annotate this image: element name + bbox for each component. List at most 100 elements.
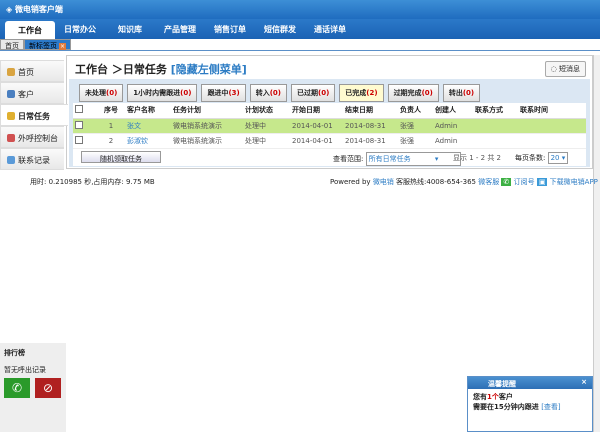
sidebar-item-customer[interactable]: 客户 — [0, 82, 64, 104]
cell: 处理中 — [243, 118, 290, 134]
col-header: 序号 — [95, 103, 125, 119]
cell: 处理中 — [243, 133, 290, 149]
filter-unprocessed[interactable]: 未处理(0) — [79, 84, 124, 102]
sidebar-label: 外呼控制台 — [18, 134, 58, 143]
table-footer: 随机领取任务 查看范围: 所有日常任务 ▾ 显示 1 - 2 共 2 每页条数:… — [73, 149, 586, 166]
cell — [518, 133, 586, 149]
cell: 2014-08-31 — [343, 133, 398, 149]
sidebar-item-daily-task[interactable]: 日常任务 — [0, 104, 68, 126]
filter-buttons: 未处理(0) 1小时内需跟进(0) 跟进中(3) 转入(0) 已过期(0) 已完… — [69, 79, 590, 102]
customer-count: 1个 — [487, 393, 499, 401]
col-header: 任务计划 — [171, 103, 243, 119]
download-app-link[interactable]: 下载微电销APP — [550, 178, 598, 186]
sidebar: 首页 客户 日常任务 外呼控制台 联系记录 — [0, 60, 68, 170]
app-icon: ▣ — [536, 178, 548, 186]
nav-orders[interactable]: 销售订单 — [205, 19, 255, 39]
table-row[interactable]: 2 彭淑钦 微电销系统演示 处理中 2014-04-01 2014-08-31 … — [73, 133, 586, 149]
filter-area: 未处理(0) 1小时内需跟进(0) 跟进中(3) 转入(0) 已过期(0) 已完… — [69, 79, 590, 167]
sidebar-item-home[interactable]: 首页 — [0, 60, 64, 82]
task-icon — [7, 112, 15, 120]
tab-new-label: 新标签页 — [29, 42, 57, 50]
col-header: 联系时间 — [518, 103, 586, 119]
cell: 2014-08-31 — [343, 118, 398, 134]
cell — [518, 118, 586, 134]
col-header: 计划状态 — [243, 103, 290, 119]
chevron-down-icon: ▾ — [434, 155, 439, 163]
nav-sms[interactable]: 短信群发 — [255, 19, 305, 39]
col-header: 创建人 — [433, 103, 473, 119]
task-table: 序号 客户名称 任务计划 计划状态 开始日期 结束日期 负责人 创建人 联系方式… — [73, 103, 586, 149]
sms-label: 短消息 — [559, 65, 580, 73]
hangup-icon: ⊘ — [42, 381, 54, 395]
row-checkbox[interactable] — [75, 135, 83, 144]
filter-transferred-in[interactable]: 转入(0) — [249, 84, 287, 102]
page-tabs: 首页 新标签页 × — [0, 39, 600, 51]
scrollbar[interactable] — [593, 55, 600, 432]
hotline: 客服热线:4008-654-365 — [396, 178, 476, 186]
col-header: 负责人 — [398, 103, 433, 119]
random-task-button[interactable]: 随机领取任务 — [81, 151, 161, 163]
filter-expired-completed[interactable]: 过期完成(0) — [387, 84, 439, 102]
close-icon[interactable]: × — [581, 378, 587, 386]
table-row[interactable]: 1 张文 微电销系统演示 处理中 2014-04-01 2014-08-31 张… — [73, 118, 586, 134]
cell: 微电销系统演示 — [171, 133, 243, 149]
sidebar-item-contact-records[interactable]: 联系记录 — [0, 148, 64, 170]
cell: Admin — [433, 118, 473, 134]
brand-link[interactable]: 微电销 — [373, 178, 394, 186]
operator-icon — [7, 134, 15, 142]
tab-new[interactable]: 新标签页 × — [24, 39, 71, 50]
nav-daily-office[interactable]: 日常办公 — [55, 19, 105, 39]
app-logo-icon: ◈ — [6, 5, 15, 14]
range-filter: 查看范围: 所有日常任务 ▾ — [333, 152, 461, 166]
cell: 张强 — [398, 118, 433, 134]
per-page-label: 每页条数: — [515, 154, 546, 162]
hide-sidebar-link[interactable]: [隐藏左侧菜单] — [171, 63, 247, 76]
status-text: 用时: 0.210985 秒,占用内存: 9.75 MB — [30, 178, 155, 186]
filter-completed[interactable]: 已完成(2) — [339, 84, 384, 102]
nav-workbench[interactable]: 工作台 — [5, 21, 55, 39]
close-icon[interactable]: × — [59, 43, 66, 50]
call-button[interactable]: ✆ — [4, 378, 30, 398]
wechat-icon: ✆ — [501, 178, 512, 186]
range-select[interactable]: 所有日常任务 ▾ — [365, 152, 461, 166]
filter-expired[interactable]: 已过期(0) — [291, 84, 336, 102]
view-link[interactable]: [查看] — [541, 403, 560, 411]
sms-button[interactable]: ◌ 短消息 — [544, 61, 586, 77]
filter-following[interactable]: 跟进中(3) — [201, 84, 246, 102]
per-page: 每页条数: 20 ▾ — [515, 152, 569, 164]
col-header: 联系方式 — [473, 103, 518, 119]
per-page-select[interactable]: 20 ▾ — [547, 152, 569, 164]
powered-by: Powered by 微电销 客服热线:4008-654-365 微客服 ✆ 订… — [330, 178, 598, 186]
col-header: 客户名称 — [125, 103, 171, 119]
customer-link[interactable]: 彭淑钦 — [125, 133, 171, 149]
cell: 张强 — [398, 133, 433, 149]
ranking-empty: 暂无呼出记录 — [4, 366, 46, 374]
sidebar-label: 联系记录 — [18, 156, 50, 165]
nav-products[interactable]: 产品管理 — [155, 19, 205, 39]
popup-body: 您有1个客户 需要在15分钟内跟进 [查看] — [473, 393, 561, 411]
col-header: 结束日期 — [343, 103, 398, 119]
customer-link[interactable]: 张文 — [125, 118, 171, 134]
sidebar-item-call-console[interactable]: 外呼控制台 — [0, 126, 64, 148]
nav-call-records[interactable]: 通话详单 — [305, 19, 355, 39]
cell: 2014-04-01 — [290, 133, 343, 149]
title-bar: ◈ 微电销客户端 — [0, 0, 600, 19]
task-panel: 工作台 ＞日常任务 [隐藏左侧菜单] ◌ 短消息 未处理(0) 1小时内需跟进(… — [66, 55, 593, 169]
hangup-button[interactable]: ⊘ — [35, 378, 61, 398]
sidebar-label: 首页 — [18, 68, 34, 77]
popup-header: 温馨提醒 × — [468, 377, 592, 389]
row-checkbox[interactable] — [75, 120, 83, 129]
service-link[interactable]: 微客服 — [478, 178, 499, 186]
tab-home[interactable]: 首页 — [0, 39, 24, 50]
filter-transferred-out[interactable]: 转出(0) — [442, 84, 481, 102]
cell — [473, 133, 518, 149]
subscribe-link[interactable]: 订阅号 — [514, 178, 535, 186]
phone-icon: ✆ — [11, 381, 23, 395]
nav-knowledge[interactable]: 知识库 — [105, 19, 155, 39]
sidebar-label: 日常任务 — [18, 112, 50, 121]
filter-1h-followup[interactable]: 1小时内需跟进(0) — [127, 84, 198, 102]
range-label: 查看范围: — [333, 155, 364, 163]
select-all-checkbox[interactable] — [75, 105, 83, 114]
user-icon — [7, 90, 15, 98]
cell: 2 — [95, 133, 125, 149]
